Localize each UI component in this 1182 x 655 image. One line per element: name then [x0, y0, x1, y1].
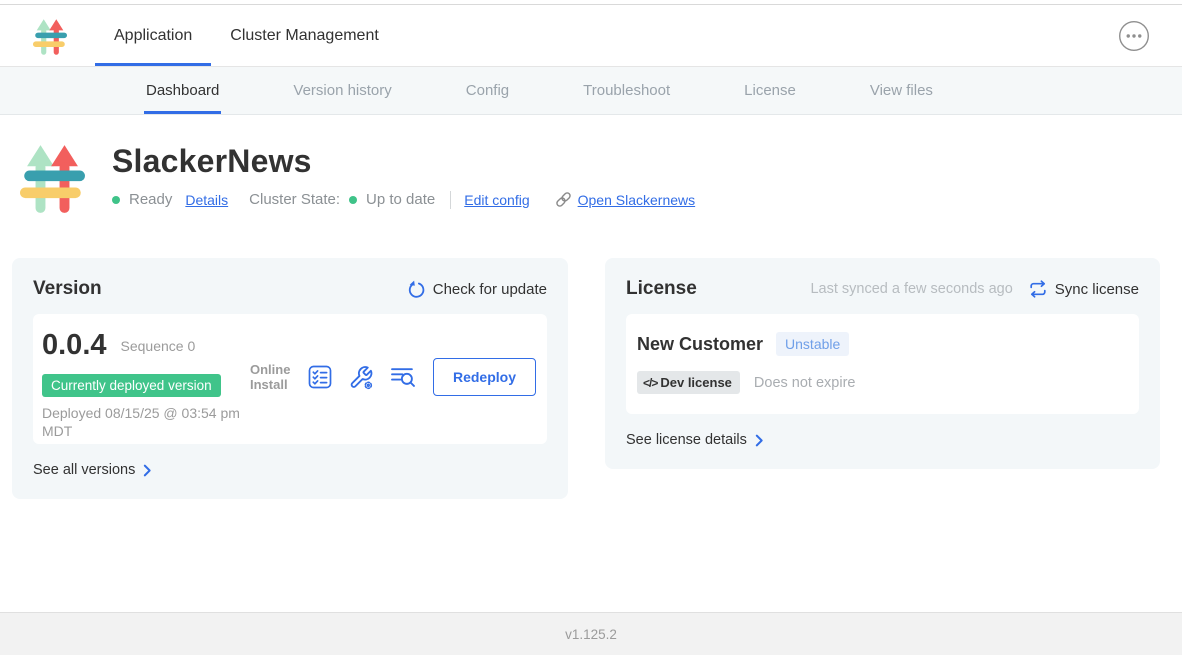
subnav-item-troubleshoot[interactable]: Troubleshoot [583, 67, 670, 114]
last-synced-label: Last synced a few seconds ago [810, 281, 1012, 297]
subnav-item-license[interactable]: License [744, 67, 796, 114]
version-card: Version Check for update 0.0.4 Sequence … [12, 258, 568, 499]
channel-badge: Unstable [776, 332, 849, 356]
license-card-title: License [626, 278, 697, 300]
license-card: License Last synced a few seconds ago Sy… [605, 258, 1160, 469]
app-logo-icon [33, 17, 67, 57]
app-status-dot [112, 196, 120, 204]
preflight-checklist-icon[interactable] [308, 365, 332, 389]
current-version-panel: 0.0.4 Sequence 0 Currently deployed vers… [33, 314, 547, 444]
chevron-right-icon [755, 434, 764, 447]
ellipsis-icon [1118, 20, 1150, 52]
subnav-item-dashboard[interactable]: Dashboard [146, 67, 219, 114]
license-expiry: Does not expire [754, 375, 856, 391]
app-status-row: Ready Details Cluster State: Up to date … [112, 190, 695, 209]
cluster-state-label: Cluster State: [249, 191, 340, 208]
customer-name: New Customer [637, 334, 763, 355]
deploy-logs-icon[interactable] [390, 366, 416, 389]
sync-license-link[interactable]: Sync license [1028, 279, 1139, 299]
version-number: 0.0.4 [42, 329, 107, 362]
top-tab-application[interactable]: Application [95, 5, 211, 66]
cluster-status-dot [349, 196, 357, 204]
app-header: SlackerNews Ready Details Cluster State:… [0, 115, 1182, 225]
open-app-link[interactable]: Open Slackernews [578, 192, 696, 208]
see-all-versions-link[interactable]: See all versions [33, 462, 152, 478]
see-license-details-link[interactable]: See license details [626, 432, 764, 448]
deployed-timestamp: Deployed 08/15/25 @ 03:54 pm MDT [42, 405, 247, 440]
top-tab-cluster-management[interactable]: Cluster Management [211, 5, 398, 66]
code-icon: </> [643, 376, 657, 390]
more-menu-button[interactable] [1118, 20, 1150, 52]
subnav-item-version-history[interactable]: Version history [293, 67, 391, 114]
license-panel: New Customer Unstable </> Dev license Do… [626, 314, 1139, 414]
subnav-item-config[interactable]: Config [466, 67, 509, 114]
page-title: SlackerNews [112, 143, 695, 180]
console-version: v1.125.2 [565, 627, 617, 642]
dev-license-tag: </> Dev license [637, 371, 740, 394]
chain-link-icon [554, 190, 573, 209]
version-sequence: Sequence 0 [121, 338, 196, 354]
check-for-update-link[interactable]: Check for update [407, 280, 547, 299]
top-nav-bar: ApplicationCluster Management [0, 5, 1182, 67]
dashboard-main: SlackerNews Ready Details Cluster State:… [0, 115, 1182, 499]
sync-icon [1028, 279, 1048, 299]
cluster-state-value: Up to date [366, 191, 435, 208]
app-logo-large [20, 133, 85, 225]
version-card-title: Version [33, 278, 102, 300]
console-footer: v1.125.2 [0, 612, 1182, 655]
divider [450, 191, 451, 209]
top-tabs: ApplicationCluster Management [95, 5, 398, 66]
deployed-badge: Currently deployed version [42, 374, 221, 397]
edit-config-link[interactable]: Edit config [464, 192, 529, 208]
app-status-label: Ready [129, 191, 172, 208]
chevron-right-icon [143, 464, 152, 477]
redeploy-button[interactable]: Redeploy [433, 358, 536, 396]
app-subnav: Dashboard Version history Config Troublesho… [0, 67, 1182, 115]
open-app-link-wrap[interactable]: Open Slackernews [554, 190, 696, 209]
config-wrench-icon[interactable] [348, 365, 374, 390]
install-type-label: Online Install [250, 362, 298, 393]
details-link[interactable]: Details [185, 192, 228, 208]
refresh-icon [407, 280, 426, 299]
subnav-item-view-files[interactable]: View files [870, 67, 933, 114]
